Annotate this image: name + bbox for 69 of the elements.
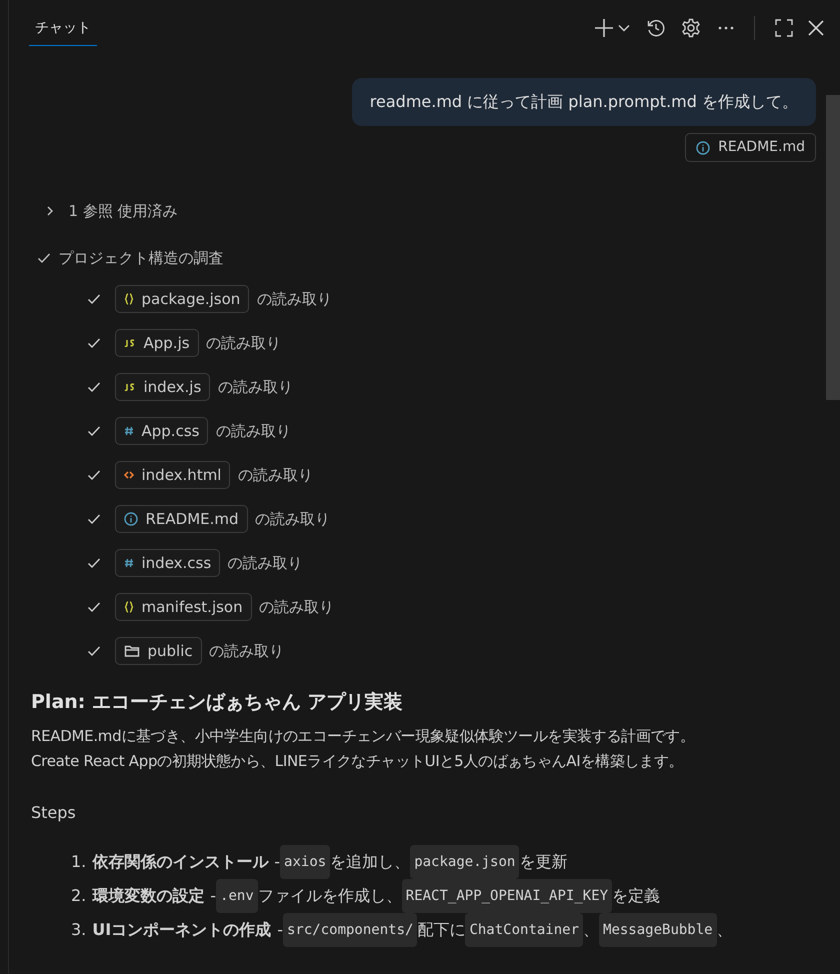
- step-title: 依存関係のインストール: [92, 850, 268, 873]
- js-icon: [124, 338, 136, 348]
- read-label: の読み取り: [238, 464, 313, 486]
- history-icon: [646, 18, 666, 38]
- user-message: readme.md に従って計画 plan.prompt.md を作成して。: [352, 78, 816, 126]
- step-text: を追加し、: [330, 850, 410, 873]
- inline-code: .env: [216, 878, 258, 913]
- read-label: の読み取り: [259, 596, 334, 618]
- read-label: の読み取り: [256, 288, 332, 310]
- settings-icon: [681, 18, 701, 38]
- file-chip[interactable]: index.css: [114, 548, 220, 578]
- description-line: Create React Appの初期状態から、LINEライクなチャットUIと5人のばぁちゃんAIを構築します。: [31, 751, 684, 772]
- caret-icon: [618, 24, 630, 32]
- file-chip[interactable]: App.css: [114, 416, 208, 446]
- read-label: の読み取り: [209, 640, 284, 662]
- inline-code: package.json: [410, 844, 520, 879]
- file-chip[interactable]: package.json: [114, 284, 250, 314]
- step-number: 3.: [71, 918, 86, 941]
- step-text: -: [277, 918, 283, 941]
- steps-heading: Steps: [31, 802, 77, 824]
- inline-code: src/components/: [283, 912, 418, 947]
- chevron-right-icon: [45, 206, 55, 216]
- plan-heading: Plan: エコーチェンばぁちゃん アプリ実装: [31, 691, 404, 714]
- read-label: の読み取り: [228, 552, 303, 574]
- task-label: プロジェクト構造の調査: [58, 248, 224, 268]
- info-icon: [124, 512, 138, 526]
- braces-icon: [124, 293, 134, 305]
- code-icon: [124, 470, 134, 480]
- hash-icon: [124, 426, 134, 436]
- file-chip[interactable]: manifest.json: [114, 592, 252, 622]
- step-text: 、: [716, 918, 733, 941]
- info-icon: [696, 140, 710, 154]
- plus-icon: [594, 18, 614, 38]
- attachment-chip[interactable]: README.md: [685, 133, 816, 162]
- scrollbar-thumb[interactable]: [826, 95, 840, 400]
- hash-icon: [124, 558, 134, 568]
- read-label: の読み取り: [216, 420, 291, 442]
- step-number: 2.: [71, 884, 86, 907]
- step-title: 環境変数の設定: [92, 884, 204, 907]
- inline-code: REACT_APP_OPENAI_API_KEY: [402, 878, 612, 913]
- inline-code: MessageBubble: [599, 912, 717, 947]
- file-chip[interactable]: index.js: [114, 372, 210, 402]
- file-chip[interactable]: README.md: [114, 504, 248, 534]
- step-text: を定義: [612, 884, 660, 907]
- step-text: を更新: [519, 850, 568, 873]
- description-line: README.mdに基づき、小中学生向けのエコーチェンバー現象疑似体験ツールを実装する計画です。: [31, 726, 696, 747]
- inline-code: ChatContainer: [465, 912, 584, 947]
- inline-code: axios: [280, 844, 330, 879]
- read-label: の読み取り: [218, 376, 293, 398]
- step-text: -: [210, 884, 216, 907]
- more-icon: [716, 26, 734, 30]
- step-text: 、: [583, 918, 600, 941]
- read-label: の読み取り: [206, 332, 282, 354]
- close-icon: [808, 20, 824, 36]
- maximize-icon: [774, 18, 792, 36]
- step-number: 1.: [71, 850, 86, 873]
- read-label: の読み取り: [255, 508, 330, 530]
- step-title: UIコンポーネントの作成: [92, 918, 272, 941]
- step-text: 配下に: [417, 918, 466, 941]
- file-chip[interactable]: index.html: [114, 460, 230, 490]
- step-text: ファイルを作成し、: [258, 884, 402, 907]
- file-chip[interactable]: public: [114, 636, 202, 666]
- js-icon: [124, 382, 136, 392]
- file-chip[interactable]: App.js: [114, 328, 199, 358]
- step-text: -: [274, 850, 280, 873]
- chat-tab[interactable]: チャット: [29, 10, 97, 46]
- braces-icon: [124, 601, 134, 613]
- folder-icon: [124, 644, 140, 658]
- references-toggle[interactable]: 1 参照 使用済み: [31, 200, 816, 222]
